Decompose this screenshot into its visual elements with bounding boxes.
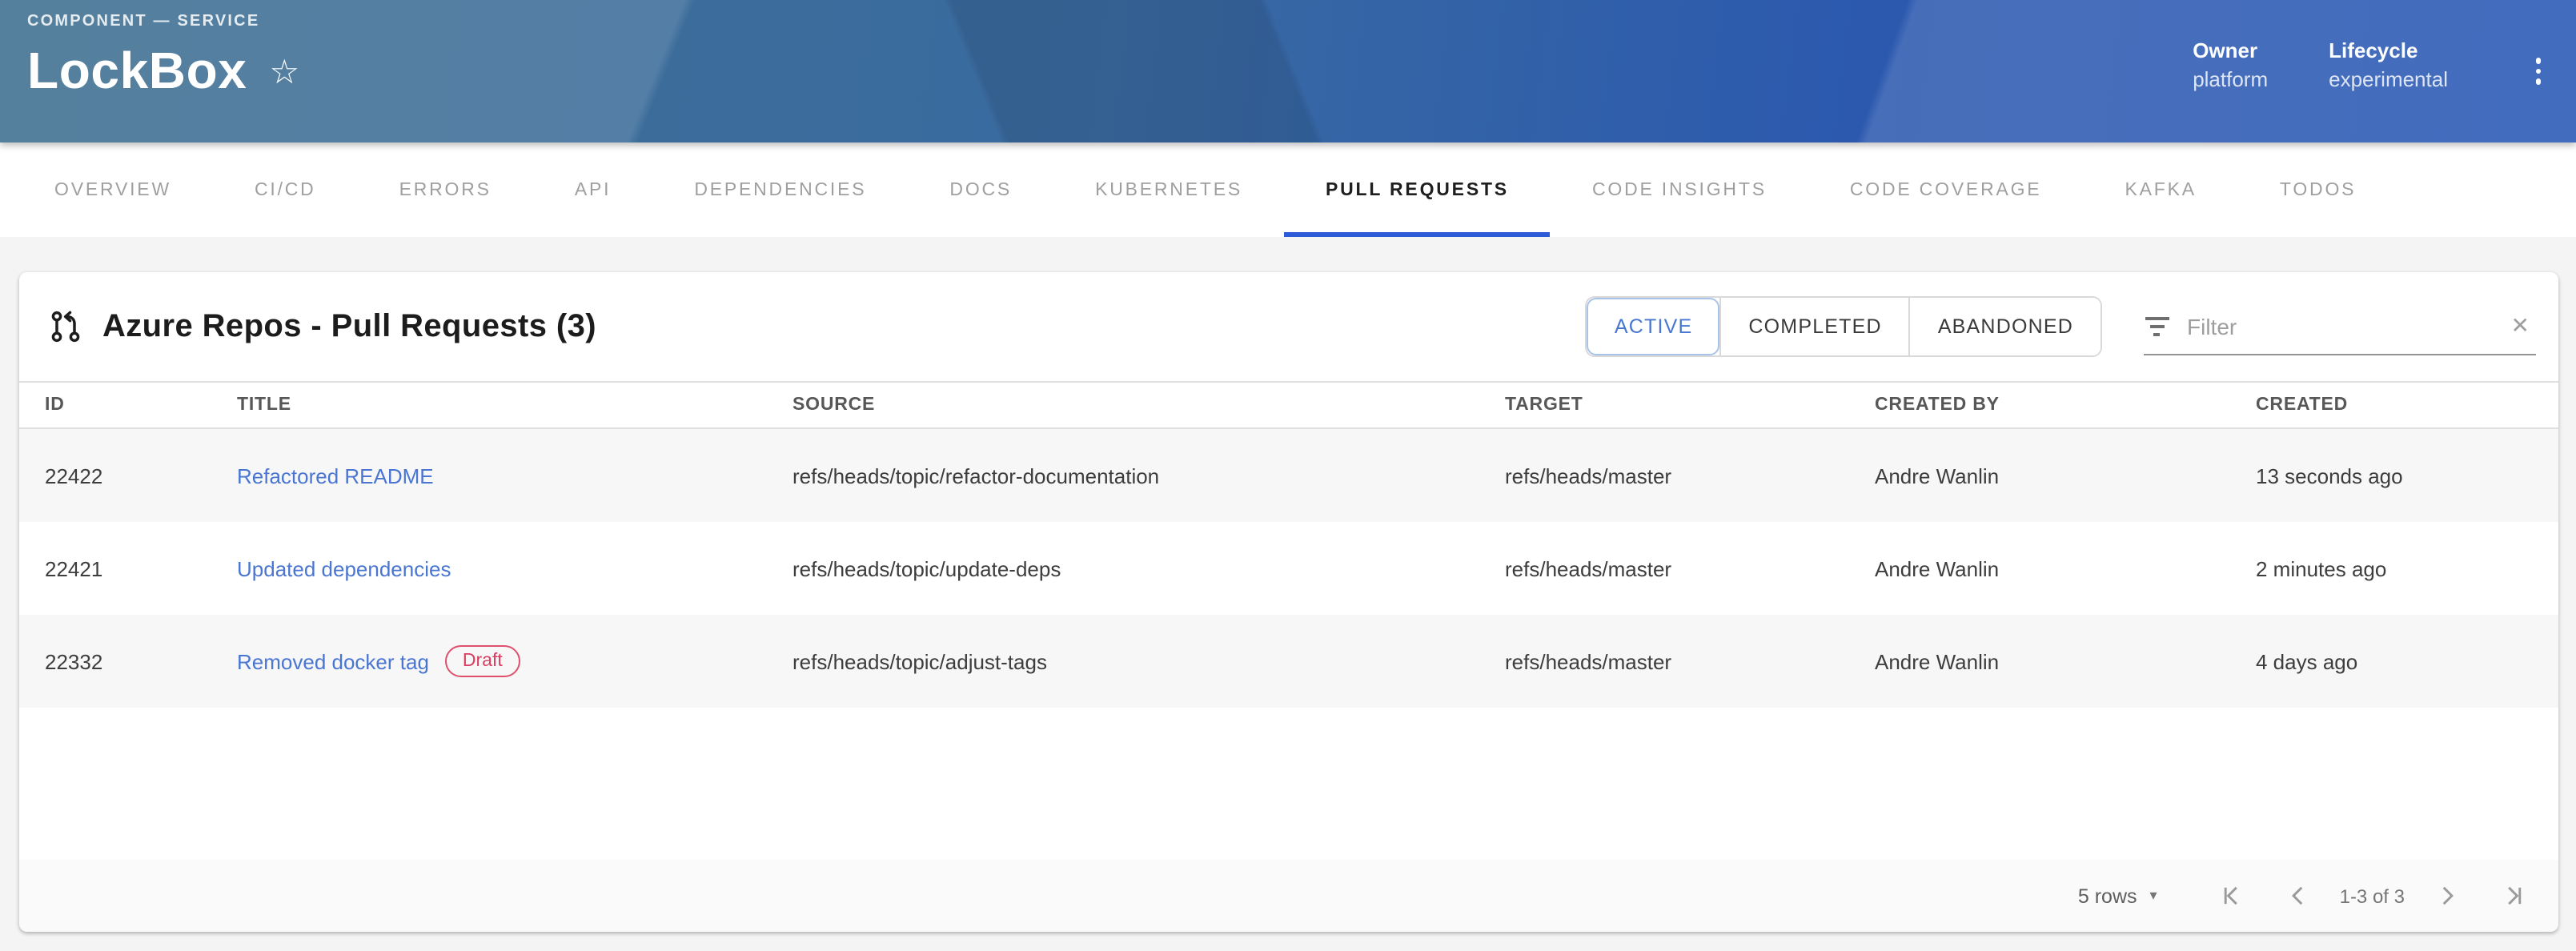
cell-id: 22332 [45, 649, 237, 673]
column-header-source: SOURCE [792, 395, 1505, 415]
kebab-menu-icon[interactable] [2529, 51, 2547, 90]
entity-header: COMPONENT — SERVICE LockBox ☆ Owner plat… [0, 0, 2576, 142]
column-header-id: ID [45, 395, 237, 415]
next-page-button[interactable] [2418, 867, 2475, 925]
pagination-range: 1-3 of 3 [2340, 885, 2405, 907]
dropdown-caret-icon: ▾ [2150, 887, 2157, 905]
owner-label: Owner [2193, 38, 2268, 62]
tab-overview[interactable]: OVERVIEW [13, 142, 213, 237]
pr-title-link[interactable]: Updated dependencies [237, 556, 451, 580]
tab-dependencies[interactable]: DEPENDENCIES [652, 142, 908, 237]
rows-per-page-select[interactable]: 5 rows ▾ [2078, 885, 2157, 907]
table-empty-space [19, 708, 2558, 860]
status-filter-group: ACTIVE COMPLETED ABANDONED [1586, 296, 2102, 357]
tab-kafka[interactable]: KAFKA [2083, 142, 2237, 237]
column-header-created: CREATED [2256, 395, 2558, 415]
column-header-created-by: CREATED BY [1875, 395, 2256, 415]
tab-docs[interactable]: DOCS [908, 142, 1053, 237]
cell-target: refs/heads/master [1505, 556, 1875, 580]
tab-ci-cd[interactable]: CI/CD [213, 142, 358, 237]
page-content: Azure Repos - Pull Requests (3) ACTIVE C… [0, 237, 2576, 951]
lifecycle-stat: Lifecycle experimental [2329, 38, 2448, 91]
first-page-button[interactable] [2202, 867, 2260, 925]
tab-errors[interactable]: ERRORS [358, 142, 533, 237]
table-row: 22332 Removed docker tag Draft refs/head… [19, 615, 2558, 708]
table-pagination: 5 rows ▾ 1-3 of 3 [19, 860, 2558, 932]
page-title: LockBox [27, 45, 247, 96]
column-header-target: TARGET [1505, 395, 1875, 415]
cell-id: 22421 [45, 556, 237, 580]
previous-page-button[interactable] [2269, 867, 2327, 925]
column-header-title: TITLE [237, 395, 792, 415]
filter-field: ✕ [2144, 298, 2536, 355]
tab-todos[interactable]: TODOS [2238, 142, 2397, 237]
cell-source: refs/heads/topic/adjust-tags [792, 649, 1505, 673]
app-root: COMPONENT — SERVICE LockBox ☆ Owner plat… [0, 0, 2576, 951]
cell-created-by: Andre Wanlin [1875, 556, 2256, 580]
cell-source: refs/heads/topic/update-deps [792, 556, 1505, 580]
rows-per-page-value: 5 rows [2078, 885, 2137, 907]
tab-api[interactable]: API [533, 142, 653, 237]
filter-abandoned-button[interactable]: ABANDONED [1909, 298, 2101, 355]
lifecycle-label: Lifecycle [2329, 38, 2448, 62]
entity-breadcrumb: COMPONENT — SERVICE [27, 13, 2576, 30]
table-row: 22422 Refactored README refs/heads/topic… [19, 429, 2558, 522]
table-body: 22422 Refactored README refs/heads/topic… [19, 429, 2558, 708]
tab-code-coverage[interactable]: CODE COVERAGE [1808, 142, 2084, 237]
cell-target: refs/heads/master [1505, 649, 1875, 673]
cell-source: refs/heads/topic/refactor-documentation [792, 463, 1505, 488]
cell-target: refs/heads/master [1505, 463, 1875, 488]
filter-list-icon [2144, 316, 2169, 335]
pull-requests-card: Azure Repos - Pull Requests (3) ACTIVE C… [19, 272, 2558, 932]
lifecycle-value: experimental [2329, 67, 2448, 91]
filter-input[interactable] [2184, 311, 2497, 340]
cell-id: 22422 [45, 463, 237, 488]
owner-value: platform [2193, 67, 2268, 91]
filter-active-button[interactable]: ACTIVE [1587, 298, 1720, 355]
card-title: Azure Repos - Pull Requests (3) [102, 308, 596, 345]
owner-stat: Owner platform [2193, 38, 2268, 91]
draft-badge: Draft [445, 644, 520, 678]
table-header-row: ID TITLE SOURCE TARGET CREATED BY CREATE… [19, 381, 2558, 429]
cell-created: 13 seconds ago [2256, 463, 2558, 488]
tab-code-insights[interactable]: CODE INSIGHTS [1551, 142, 1808, 237]
clear-filter-icon[interactable]: ✕ [2511, 312, 2536, 339]
cell-created: 2 minutes ago [2256, 556, 2558, 580]
git-pull-request-icon [48, 309, 83, 344]
cell-created: 4 days ago [2256, 649, 2558, 673]
last-page-button[interactable] [2485, 867, 2542, 925]
table-row: 22421 Updated dependencies refs/heads/to… [19, 522, 2558, 615]
cell-created-by: Andre Wanlin [1875, 463, 2256, 488]
pr-title-link[interactable]: Removed docker tag [237, 649, 429, 673]
pr-title-link[interactable]: Refactored README [237, 463, 434, 488]
tab-kubernetes[interactable]: KUBERNETES [1053, 142, 1284, 237]
entity-tab-bar: OVERVIEW CI/CD ERRORS API DEPENDENCIES D… [0, 142, 2576, 237]
tab-pull-requests[interactable]: PULL REQUESTS [1284, 142, 1551, 237]
filter-completed-button[interactable]: COMPLETED [1719, 298, 1908, 355]
cell-created-by: Andre Wanlin [1875, 649, 2256, 673]
favorite-star-icon[interactable]: ☆ [270, 52, 300, 92]
